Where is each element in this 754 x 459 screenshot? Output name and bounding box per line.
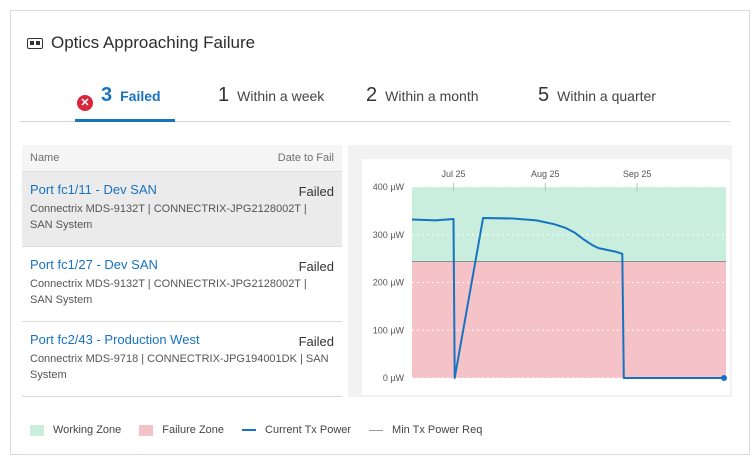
port-details: Connectrix MDS-9132T | CONNECTRIX-JPG212… xyxy=(30,203,307,231)
tab-within-month[interactable]: 2 Within a month xyxy=(366,84,479,122)
working-zone-swatch xyxy=(30,424,44,436)
tx-power-chart: 400 µW 300 µW 200 µW 100 µW 0 µW Jul 25 Aug 25… xyxy=(362,159,730,395)
list-item[interactable]: Port fc2/43 - Production West Failed Con… xyxy=(22,322,342,397)
tab-count: 3 xyxy=(101,84,113,106)
legend-label: Current Tx Power xyxy=(265,424,352,436)
legend-label: Failure Zone xyxy=(162,424,225,436)
port-link[interactable]: Port fc2/43 - Production West xyxy=(30,332,334,347)
card-header: Optics Approaching Failure xyxy=(27,33,255,53)
column-name[interactable]: Name xyxy=(30,152,59,164)
tab-within-quarter[interactable]: 5 Within a quarter xyxy=(538,84,656,122)
current-tx-power-line-icon xyxy=(242,429,257,431)
tab-count: 1 xyxy=(218,84,230,106)
failure-tabs: ✕ 3 Failed 1 Within a week 2 Within a mo… xyxy=(20,84,730,122)
column-date-to-fail[interactable]: Date to Fail xyxy=(278,152,334,164)
tab-count: 5 xyxy=(538,84,550,106)
tab-count: 2 xyxy=(366,84,378,106)
card-title: Optics Approaching Failure xyxy=(51,33,256,52)
legend-label: Min Tx Power Req xyxy=(392,424,483,436)
failed-ports-list: Name Date to Fail Port fc1/11 - Dev SAN … xyxy=(22,145,342,397)
series-end-marker xyxy=(721,375,727,381)
y-tick-label: 400 µW xyxy=(373,182,405,192)
failure-zone-area xyxy=(412,261,726,378)
tab-failed[interactable]: ✕ 3 Failed xyxy=(75,84,175,122)
error-circle-icon: ✕ xyxy=(77,94,93,111)
list-item[interactable]: Port fc1/27 - Dev SAN Failed Connectrix … xyxy=(22,247,342,322)
x-tick-label: Jul 25 xyxy=(441,169,465,179)
port-details: Connectrix MDS-9718 | CONNECTRIX-JPG1940… xyxy=(30,353,329,381)
optic-module-icon xyxy=(27,37,43,49)
y-tick-label: 100 µW xyxy=(373,325,405,335)
status-text: Failed xyxy=(298,259,334,274)
legend-current-tx-power: Current Tx Power xyxy=(242,424,351,436)
min-tx-power-line-icon xyxy=(369,429,384,431)
tab-label: Within a quarter xyxy=(557,88,656,104)
legend-working-zone: Working Zone xyxy=(30,424,121,436)
tab-label: Failed xyxy=(120,88,161,104)
legend-min-tx-power: Min Tx Power Req xyxy=(369,424,482,436)
port-details: Connectrix MDS-9132T | CONNECTRIX-JPG212… xyxy=(30,278,307,306)
status-text: Failed xyxy=(298,334,334,349)
x-tick-label: Sep 25 xyxy=(623,169,652,179)
y-tick-label: 0 µW xyxy=(383,373,405,383)
legend-label: Working Zone xyxy=(53,424,122,436)
x-tick-label: Aug 25 xyxy=(531,169,560,179)
list-item[interactable]: Port fc1/11 - Dev SAN Failed Connectrix … xyxy=(22,172,342,247)
tx-power-chart-panel: 400 µW 300 µW 200 µW 100 µW 0 µW Jul 25 Aug 25… xyxy=(348,145,732,397)
tab-label: Within a month xyxy=(385,88,479,104)
legend-failure-zone: Failure Zone xyxy=(139,424,224,436)
y-tick-label: 200 µW xyxy=(373,278,405,288)
chart-legend: Working Zone Failure Zone Current Tx Pow… xyxy=(30,424,500,436)
failure-zone-swatch xyxy=(139,424,154,436)
working-zone-area xyxy=(412,187,726,262)
y-tick-label: 300 µW xyxy=(373,230,405,240)
tab-label: Within a week xyxy=(237,88,325,104)
port-link[interactable]: Port fc1/11 - Dev SAN xyxy=(30,182,334,197)
status-text: Failed xyxy=(298,184,334,199)
tab-within-week[interactable]: 1 Within a week xyxy=(218,84,324,122)
list-header: Name Date to Fail xyxy=(22,145,342,172)
port-link[interactable]: Port fc1/27 - Dev SAN xyxy=(30,257,334,272)
